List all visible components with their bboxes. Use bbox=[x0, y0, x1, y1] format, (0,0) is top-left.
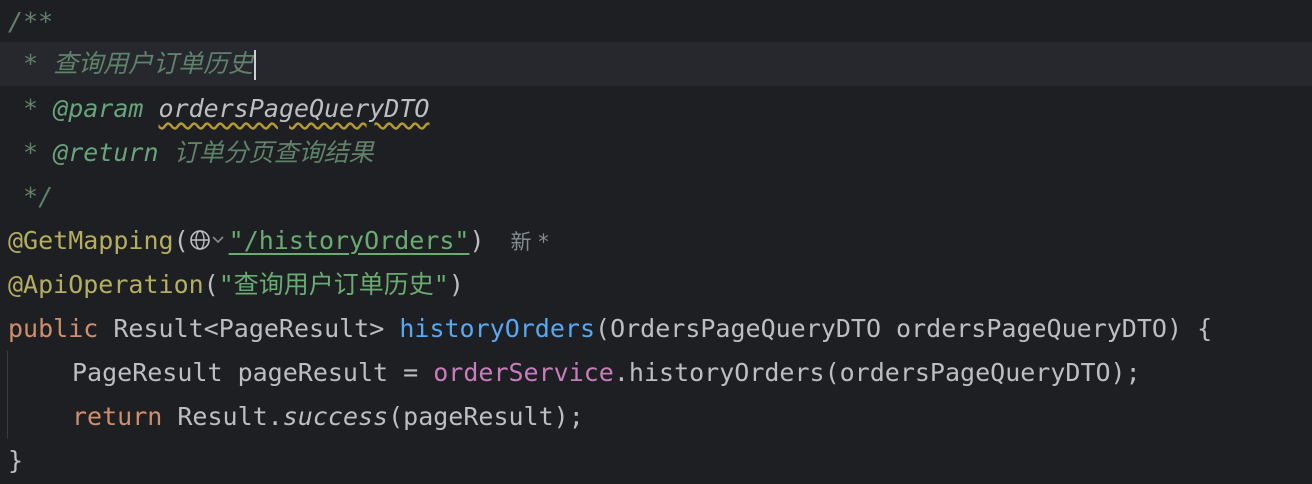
method-name[interactable]: historyOrders bbox=[399, 314, 595, 343]
code-line-8[interactable]: public Result<PageResult> historyOrders(… bbox=[0, 307, 1312, 351]
method-params: (OrdersPageQueryDTO ordersPageQueryDTO) … bbox=[595, 314, 1213, 343]
code-line-4[interactable]: * @return 订单分页查询结果 bbox=[0, 131, 1312, 175]
doc-star: * bbox=[8, 94, 54, 123]
author-hint[interactable]: 新 * bbox=[511, 230, 549, 254]
return-args: (pageResult); bbox=[388, 402, 584, 431]
return-type: Result<PageResult> bbox=[98, 314, 400, 343]
doc-return-desc: 订单分页查询结果 bbox=[173, 138, 374, 167]
doc-summary: 查询用户订单历史 bbox=[53, 49, 254, 78]
chevron-down-icon[interactable] bbox=[211, 233, 225, 247]
mapping-path-link[interactable]: "/historyOrders" bbox=[229, 226, 470, 255]
api-operation-value: "查询用户订单历史" bbox=[218, 270, 449, 299]
service-field[interactable]: orderService bbox=[433, 358, 614, 387]
code-line-11[interactable]: } bbox=[0, 439, 1312, 483]
code-line-2-current[interactable]: * 查询用户订单历史 bbox=[0, 42, 1312, 86]
local-declaration: PageResult pageResult = bbox=[72, 358, 434, 387]
closing-brace: } bbox=[8, 446, 24, 475]
doc-param-name[interactable]: ordersPageQueryDTO bbox=[159, 94, 430, 123]
code-line-9[interactable]: PageResult pageResult = orderService.his… bbox=[0, 351, 1312, 395]
doc-comment-open: /** bbox=[8, 7, 54, 36]
code-line-6[interactable]: @GetMapping("/historyOrders") 新 * bbox=[0, 219, 1312, 263]
service-call: .historyOrders(ordersPageQueryDTO); bbox=[613, 358, 1141, 387]
get-mapping-annotation[interactable]: @GetMapping bbox=[8, 226, 174, 255]
globe-icon[interactable] bbox=[189, 229, 211, 251]
doc-return-tag: @return bbox=[53, 138, 159, 167]
code-line-3[interactable]: * @param ordersPageQueryDTO bbox=[0, 87, 1312, 131]
doc-param-tag: @param bbox=[53, 94, 144, 123]
doc-star: * bbox=[8, 138, 54, 167]
code-line-10[interactable]: return Result.success(pageResult); bbox=[0, 395, 1312, 439]
code-line-7[interactable]: @ApiOperation("查询用户订单历史") bbox=[0, 263, 1312, 307]
api-operation-annotation[interactable]: @ApiOperation bbox=[8, 270, 204, 299]
doc-star: * bbox=[8, 49, 54, 78]
doc-comment-close: */ bbox=[8, 182, 54, 211]
success-method[interactable]: success bbox=[283, 402, 388, 431]
code-line-5[interactable]: */ bbox=[0, 175, 1312, 219]
result-class: Result. bbox=[162, 402, 283, 431]
keyword-return: return bbox=[72, 402, 163, 431]
keyword-public: public bbox=[8, 314, 99, 343]
code-editor[interactable]: /** * 查询用户订单历史 * @param ordersPageQueryD… bbox=[0, 0, 1312, 484]
text-caret bbox=[254, 50, 257, 80]
code-line-1[interactable]: /** bbox=[0, 0, 1312, 44]
